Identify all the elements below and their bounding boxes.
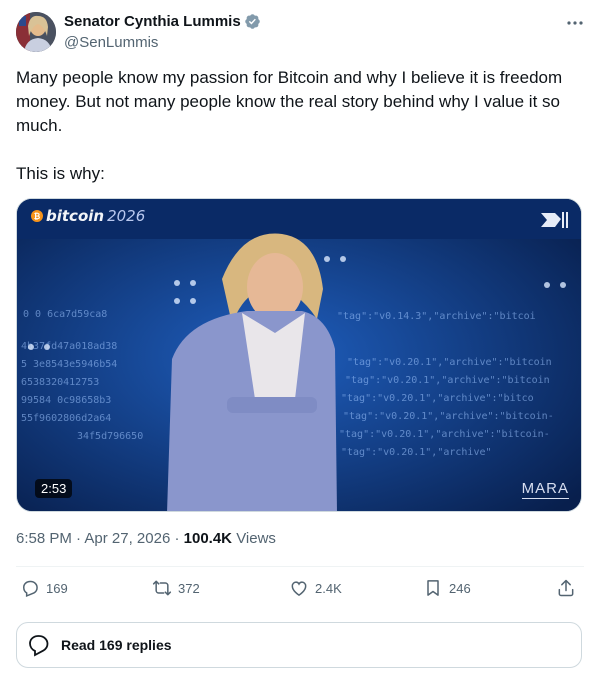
reply-button[interactable]: 169	[20, 578, 68, 598]
svg-text:"tag":"v0.20.1","archive":"bit: "tag":"v0.20.1","archive":"bitcoin-	[343, 411, 554, 422]
reply-count: 169	[46, 580, 68, 596]
handle[interactable]: @SenLummis	[64, 34, 158, 51]
tweet-text: Many people know my passion for Bitcoin …	[16, 66, 586, 186]
tweet-date[interactable]: Apr 27, 2026	[84, 530, 170, 547]
svg-text:"tag":"v0.20.1","archive":"bit: "tag":"v0.20.1","archive":"bitcoin	[347, 357, 552, 368]
share-button[interactable]	[556, 578, 576, 598]
views-label: Views	[236, 530, 276, 547]
svg-text:"tag":"v0.20.1","archive":"bit: "tag":"v0.20.1","archive":"bitcoin	[345, 375, 550, 386]
tweet-meta: 6:58 PM · Apr 27, 2026 · 100.4K Views	[16, 530, 276, 547]
svg-text:"tag":"v0.20.1","archive":"bit: "tag":"v0.20.1","archive":"bitcoin-	[339, 429, 550, 440]
divider	[16, 566, 584, 567]
svg-text:34f5d796650: 34f5d796650	[77, 431, 143, 442]
like-button[interactable]: 2.4K	[289, 578, 342, 598]
tweet-header: Senator Cynthia Lummis @SenLummis	[16, 12, 586, 54]
svg-text:99584 0c98658b3: 99584 0c98658b3	[21, 395, 111, 406]
bitcoin-icon: ₿	[31, 210, 43, 222]
svg-text:0 0 6ca7d59ca8: 0 0 6ca7d59ca8	[23, 309, 107, 320]
svg-text:5 3e8543e5946b54: 5 3e8543e5946b54	[21, 359, 117, 370]
video-player[interactable]: 0 0 6ca7d59ca8 4b37fd47a018ad38 5 3e8543…	[16, 198, 582, 512]
event-brand-text: bitcoin	[46, 207, 105, 225]
svg-text:"tag":"v0.20.1","archive":"bit: "tag":"v0.20.1","archive":"bitco	[341, 393, 534, 404]
svg-text:"tag":"v0.20.1","archive": "tag":"v0.20.1","archive"	[341, 447, 492, 458]
like-icon	[291, 581, 307, 596]
svg-text:"tag":"v0.14.3","archive":"bit: "tag":"v0.14.3","archive":"bitcoi	[337, 311, 536, 322]
read-replies-button[interactable]: Read 169 replies	[16, 622, 582, 668]
meta-separator: ·	[174, 530, 180, 547]
event-year-text: 2026	[107, 207, 146, 225]
share-icon	[558, 579, 574, 597]
tweet-time[interactable]: 6:58 PM	[16, 530, 72, 547]
reply-icon	[22, 580, 38, 598]
svg-text:6538320412753: 6538320412753	[21, 377, 99, 388]
read-replies-label: Read 169 replies	[61, 637, 172, 653]
video-duration: 2:53	[35, 479, 73, 498]
bookmark-button[interactable]: 246	[423, 578, 471, 598]
bookmark-icon	[427, 580, 439, 596]
event-brand-label: ₿ bitcoin 2026	[31, 207, 145, 225]
svg-text:55f9602806d2a64: 55f9602806d2a64	[21, 413, 111, 424]
action-bar: 169 372 2.4K 246	[16, 578, 582, 604]
tweet-paragraph: This is why:	[16, 164, 105, 183]
avatar[interactable]	[16, 12, 56, 52]
repost-count: 372	[178, 580, 200, 596]
views-count: 100.4K	[183, 530, 233, 547]
repost-button[interactable]: 372	[152, 578, 200, 598]
replies-bubble-icon	[29, 635, 49, 657]
like-count: 2.4K	[315, 580, 342, 596]
sponsor-logo: MARA	[521, 480, 569, 499]
tweet-paragraph: Many people know my passion for Bitcoin …	[16, 68, 563, 135]
meta-separator: ·	[76, 530, 82, 547]
bookmark-count: 246	[449, 580, 471, 596]
display-name[interactable]: Senator Cynthia Lummis	[64, 13, 241, 30]
verified-badge-icon	[244, 13, 261, 30]
event-logo-icon	[541, 212, 568, 228]
repost-icon	[152, 580, 172, 596]
more-icon[interactable]	[564, 12, 586, 34]
svg-text:4b37fd47a018ad38: 4b37fd47a018ad38	[21, 341, 117, 352]
